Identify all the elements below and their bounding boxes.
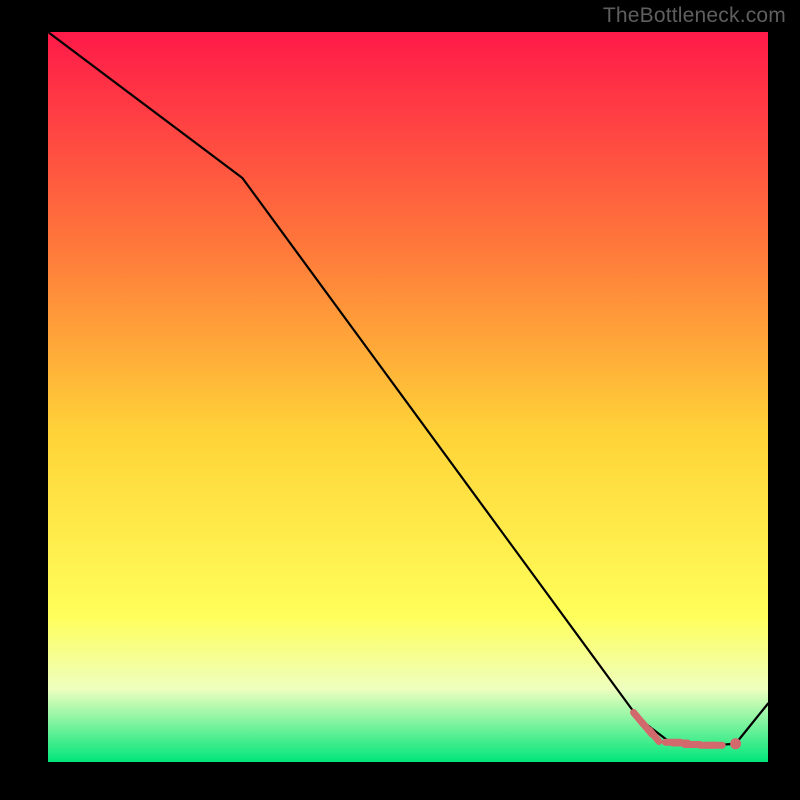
highlight-end-dot [730, 738, 741, 749]
bottleneck-chart [48, 32, 768, 762]
watermark-text: TheBottleneck.com [603, 4, 786, 28]
chart-frame: TheBottleneck.com [0, 0, 800, 800]
gradient-background [48, 32, 768, 762]
